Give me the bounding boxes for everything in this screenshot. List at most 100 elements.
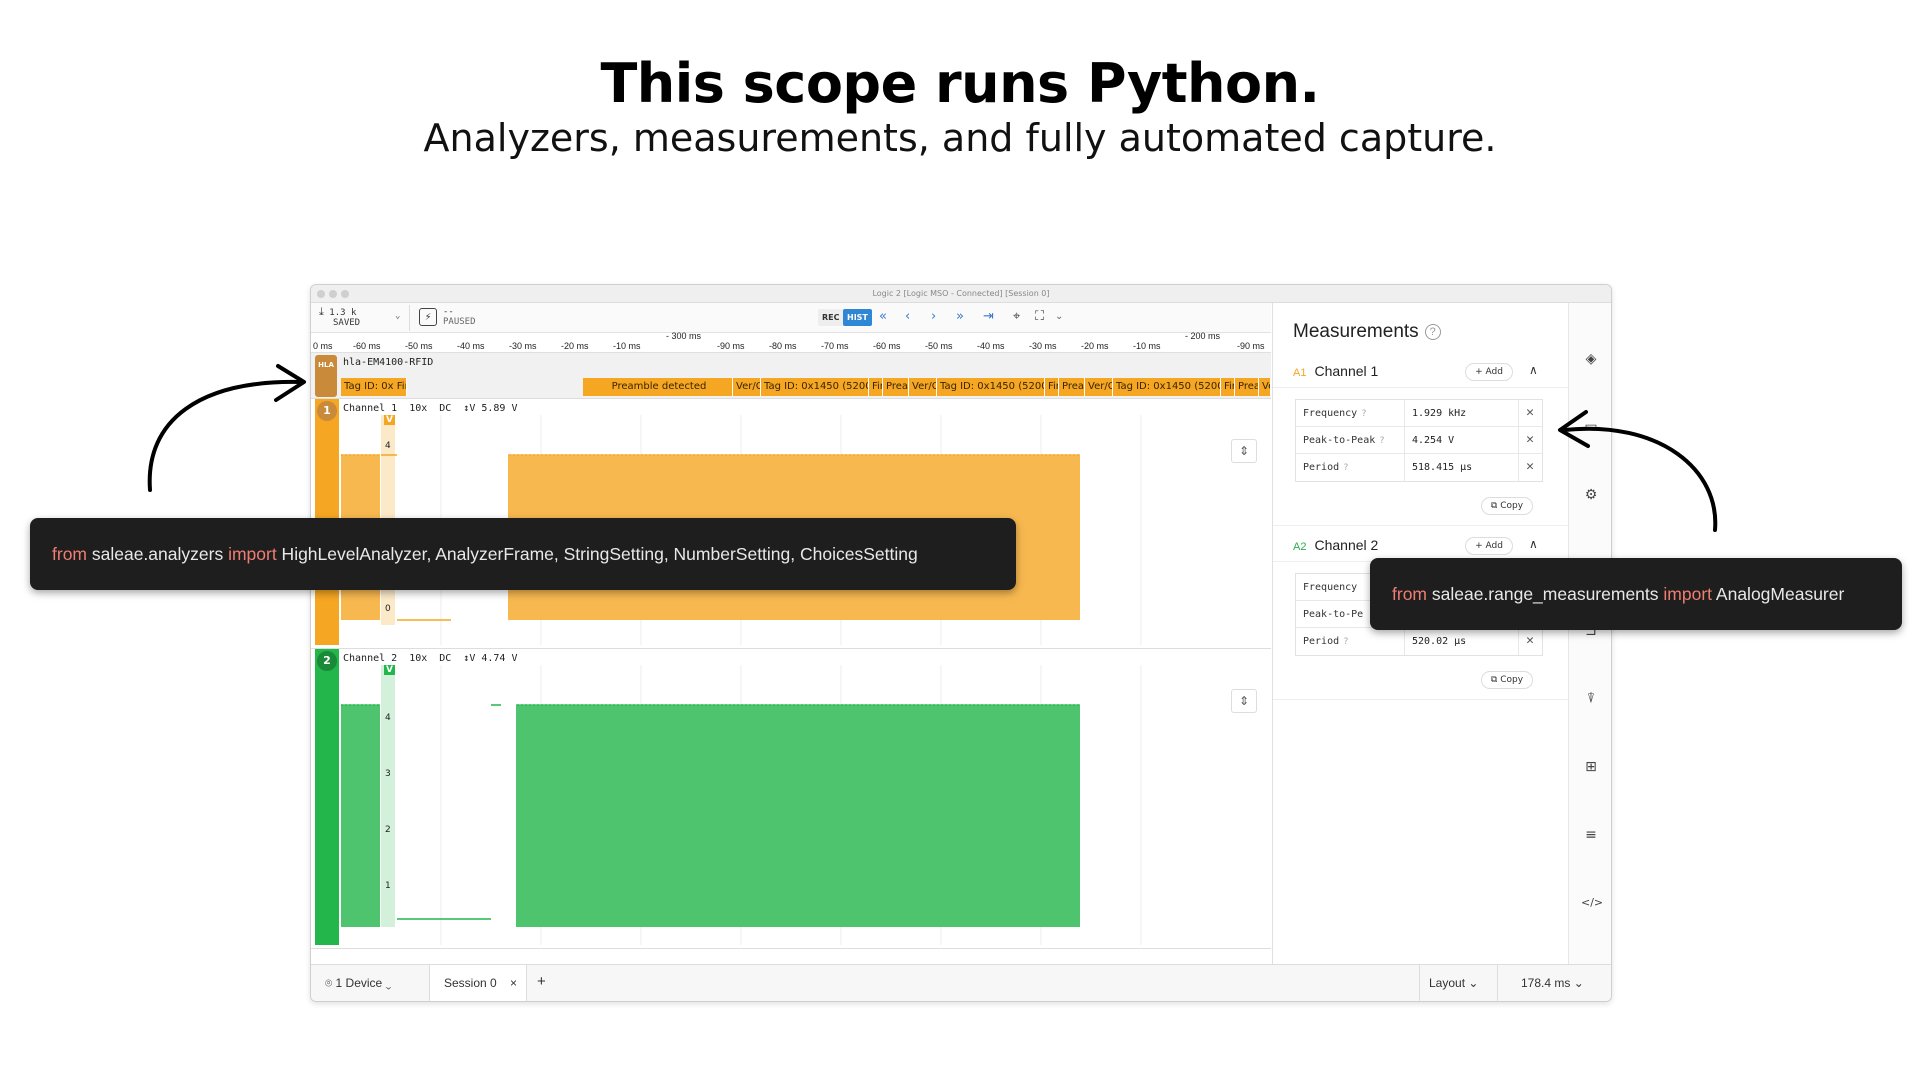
help-icon[interactable]: ? bbox=[1361, 409, 1366, 419]
hla-frame[interactable]: Prea bbox=[1235, 378, 1259, 396]
hist-button[interactable]: HIST bbox=[843, 309, 872, 326]
chevron-up-icon[interactable]: ∧ bbox=[1529, 363, 1538, 377]
timespan-label: 178.4 ms bbox=[1521, 976, 1571, 990]
hla-frame[interactable]: Ver/C bbox=[733, 378, 761, 396]
add-session-button[interactable]: + bbox=[537, 973, 546, 990]
help-icon[interactable]: ? bbox=[1343, 637, 1348, 647]
group-1-add-button[interactable]: + Add bbox=[1465, 363, 1513, 381]
hla-frame[interactable]: Tag ID: 0x1450 (5200 bbox=[937, 378, 1045, 396]
hla-frame[interactable]: Prea bbox=[883, 378, 909, 396]
skip-end-icon[interactable]: ⇥ bbox=[983, 308, 994, 326]
measurement-value: 518.415 µs bbox=[1412, 462, 1473, 473]
pin-icon[interactable]: ⍒ bbox=[1581, 689, 1601, 709]
capture-toolbar: ⤓ 1.3 k SAVED ⌄ ⚡ -- PAUSED REC HIST « ‹… bbox=[311, 303, 1271, 333]
crosshair-icon[interactable]: ⌖ bbox=[1013, 308, 1020, 326]
tab-session-0[interactable]: Session 0 × bbox=[429, 965, 527, 1001]
close-window-button[interactable] bbox=[317, 290, 325, 298]
measurement-value: 520.02 µs bbox=[1412, 636, 1467, 647]
hla-frame[interactable]: Ver/C bbox=[909, 378, 937, 396]
channel-2-scale: ↕V 4.74 V bbox=[463, 653, 518, 664]
list-edit-icon[interactable]: ≡ bbox=[1581, 825, 1601, 845]
channel-1-autoscale-button[interactable]: ⇕ bbox=[1231, 439, 1257, 463]
code-icon[interactable]: </> bbox=[1581, 893, 1603, 913]
ruler-major-label: - 200 ms bbox=[1185, 331, 1221, 341]
measurement-group-2-header[interactable]: A2 Channel 2 bbox=[1293, 537, 1378, 553]
time-ruler[interactable]: - 300 ms - 200 ms 0 ms -60 ms -50 ms -40… bbox=[311, 331, 1271, 353]
hla-frame[interactable]: Tag ID: 0x1450 (5200 bbox=[761, 378, 869, 396]
close-icon[interactable]: ✕ bbox=[1526, 633, 1534, 648]
code-callout-measurements: from saleae.range_measurements import An… bbox=[1370, 558, 1902, 630]
group-2-add-button[interactable]: + Add bbox=[1465, 537, 1513, 555]
code-keyword: import bbox=[1663, 584, 1713, 604]
layers-icon[interactable]: ◈ bbox=[1581, 349, 1601, 369]
ruler-tick: -80 ms bbox=[769, 341, 797, 351]
close-icon[interactable]: ✕ bbox=[1526, 459, 1534, 474]
help-icon[interactable]: ? bbox=[1379, 436, 1384, 446]
channel-2-info: Channel 2 10x DC ↕V 4.74 V bbox=[343, 653, 529, 664]
ruler-tick: -90 ms bbox=[1237, 341, 1265, 351]
close-icon[interactable]: × bbox=[510, 976, 517, 990]
help-icon[interactable]: ? bbox=[1343, 463, 1348, 473]
measurement-label-text: Peak-to-Pe bbox=[1303, 609, 1364, 620]
copy-icon: ⧉ bbox=[1490, 675, 1501, 685]
paused-value: -- bbox=[443, 307, 454, 317]
ruler-tick: -50 ms bbox=[925, 341, 953, 351]
hla-frame[interactable]: Ve bbox=[1259, 378, 1271, 396]
channel-2-waveform[interactable] bbox=[341, 665, 1241, 945]
trigger-icon[interactable]: ⚡ bbox=[419, 308, 437, 326]
hla-row[interactable]: HLA hla-EM4100-RFID Tag ID: 0x Fir Pream… bbox=[311, 353, 1271, 399]
measurement-row[interactable]: Frequency? 1.929 kHz ✕ bbox=[1296, 400, 1542, 427]
saved-indicator[interactable]: ⤓ 1.3 k SAVED bbox=[319, 306, 361, 328]
saved-label: SAVED bbox=[333, 318, 361, 328]
hla-frame[interactable]: Preamble detected bbox=[583, 378, 733, 396]
chevron-down-icon[interactable]: ⌄ bbox=[1055, 308, 1063, 326]
channel-2-axis-label: 2 bbox=[385, 825, 391, 835]
left-curved-arrow bbox=[147, 364, 306, 492]
hla-frame[interactable]: Tag ID: 0x Fir bbox=[341, 378, 407, 396]
chevron-left-icon[interactable]: ‹ bbox=[905, 308, 910, 326]
close-icon[interactable]: ✕ bbox=[1526, 405, 1534, 420]
channel-2-axis-unit: V bbox=[384, 665, 395, 675]
group-1-copy-button[interactable]: ⧉ Copy bbox=[1481, 497, 1533, 515]
help-icon[interactable]: ? bbox=[1424, 324, 1441, 340]
hla-frame[interactable]: Ver/C bbox=[1085, 378, 1113, 396]
measurement-row[interactable]: Period? 520.02 µs ✕ bbox=[1296, 628, 1542, 655]
channel-1-axis-unit: V bbox=[384, 415, 395, 425]
minimize-window-button[interactable] bbox=[329, 290, 337, 298]
chevron-up-icon[interactable]: ∧ bbox=[1529, 537, 1538, 551]
chevron-right-icon[interactable]: › bbox=[931, 308, 936, 326]
double-chevron-right-icon[interactable]: » bbox=[956, 308, 964, 326]
zoom-fit-icon[interactable]: ⛶ bbox=[1035, 308, 1044, 326]
group-1-tag: A1 bbox=[1293, 367, 1307, 379]
ruler-major-label: - 300 ms bbox=[666, 331, 702, 341]
hla-frame[interactable]: Fir bbox=[1221, 378, 1235, 396]
measurement-label-text: Peak-to-Peak bbox=[1303, 435, 1376, 446]
rec-button[interactable]: REC bbox=[818, 309, 844, 326]
measurement-row[interactable]: Peak-to-Peak? 4.254 V ✕ bbox=[1296, 427, 1542, 454]
measurement-group-1-header[interactable]: A1 Channel 1 bbox=[1293, 363, 1378, 379]
measurement-label-text: Period bbox=[1303, 636, 1340, 647]
subheadline: Analyzers, measurements, and fully autom… bbox=[423, 116, 1497, 160]
group-1-name: Channel 1 bbox=[1314, 363, 1379, 379]
session-tab-label: Session 0 bbox=[444, 976, 497, 990]
ruler-tick: -60 ms bbox=[353, 341, 381, 351]
group-2-copy-button[interactable]: ⧉ Copy bbox=[1481, 671, 1533, 689]
hla-frame[interactable]: Prea bbox=[1059, 378, 1085, 396]
timespan-dropdown[interactable]: 178.4 ms ⌄ bbox=[1521, 976, 1584, 990]
hla-frame[interactable]: Fir bbox=[869, 378, 883, 396]
device-label: 1 Device bbox=[335, 976, 383, 990]
layout-dropdown[interactable]: Layout ⌄ bbox=[1429, 976, 1478, 990]
close-icon[interactable]: ✕ bbox=[1526, 432, 1534, 447]
grid-icon[interactable]: ⊞ bbox=[1581, 757, 1601, 777]
chevron-down-icon[interactable]: ⌄ bbox=[395, 311, 400, 321]
channel-2-row[interactable]: 2 Channel 2 10x DC ↕V 4.74 V V 4 3 2 1 ⇕ bbox=[311, 649, 1271, 949]
copy-label: Copy bbox=[1500, 675, 1524, 685]
device-icon: ⌾ bbox=[325, 976, 336, 990]
hla-frame[interactable]: Tag ID: 0x1450 (5200 bbox=[1113, 378, 1221, 396]
double-chevron-left-icon[interactable]: « bbox=[879, 308, 887, 326]
measurement-row[interactable]: Period? 518.415 µs ✕ bbox=[1296, 454, 1542, 481]
device-selector[interactable]: ⌾ 1 Device ⌄ bbox=[325, 976, 391, 991]
maximize-window-button[interactable] bbox=[341, 290, 349, 298]
hla-frame[interactable]: Fir bbox=[1045, 378, 1059, 396]
channel-2-autoscale-button[interactable]: ⇕ bbox=[1231, 689, 1257, 713]
